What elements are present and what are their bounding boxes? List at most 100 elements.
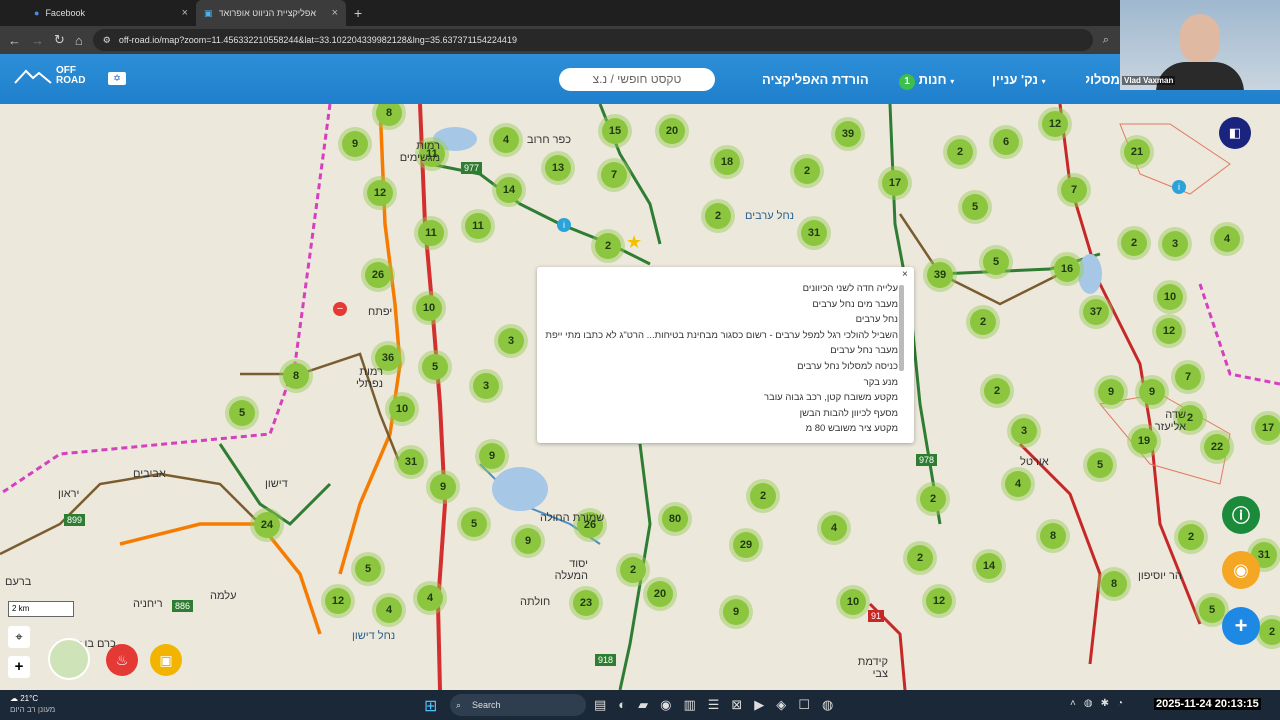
poi-cluster-marker[interactable]: 5: [225, 396, 259, 430]
poi-cluster-marker[interactable]: 3: [1007, 414, 1041, 448]
poi-cluster-marker[interactable]: 3: [1158, 227, 1192, 261]
poi-cluster-marker[interactable]: 5: [351, 552, 385, 586]
poi-cluster-marker[interactable]: 10: [836, 585, 870, 619]
map-canvas[interactable]: 8 9 11 12 4 14 13 11 7 15 20 18 2 39 2 31 2 11 26 10 3 36 5 8 3 5…: [0, 104, 1280, 690]
poi-cluster-marker[interactable]: 7: [1057, 173, 1091, 207]
reload-icon[interactable]: ↻: [54, 32, 65, 48]
fire-layer-button[interactable]: ♨: [106, 644, 138, 676]
poi-cluster-marker[interactable]: 4: [372, 593, 406, 627]
download-app-link[interactable]: הורדת האפליקציה: [762, 72, 869, 87]
poi-cluster-marker[interactable]: 12: [922, 584, 956, 618]
poi-cluster-marker[interactable]: 4: [817, 511, 851, 545]
home-icon[interactable]: ⌂: [75, 33, 83, 48]
poi-cluster-marker[interactable]: 2: [701, 199, 735, 233]
poi-cluster-marker[interactable]: 10: [1153, 280, 1187, 314]
poi-cluster-marker[interactable]: 5: [958, 190, 992, 224]
poi-cluster-marker[interactable]: 4: [489, 123, 523, 157]
weather-widget[interactable]: ☁ 21°C מעונן רב היום: [10, 693, 55, 715]
close-icon[interactable]: ×: [902, 269, 908, 280]
poi-cluster-marker[interactable]: 9: [426, 470, 460, 504]
poi-cluster-marker[interactable]: 12: [363, 176, 397, 210]
poi-cluster-marker[interactable]: 26: [361, 258, 395, 292]
poi-cluster-marker[interactable]: 4: [1001, 467, 1035, 501]
poi-cluster-marker[interactable]: 2: [966, 305, 1000, 339]
poi-cluster-marker[interactable]: 18: [710, 145, 744, 179]
poi-cluster-marker[interactable]: 7: [1171, 360, 1205, 394]
poi-cluster-marker[interactable]: 9: [1094, 375, 1128, 409]
poi-cluster-marker[interactable]: 3: [494, 324, 528, 358]
poi-cluster-marker[interactable]: 2: [591, 229, 625, 263]
poi-cluster-marker[interactable]: 21: [1120, 135, 1154, 169]
poi-cluster-marker[interactable]: 7: [597, 158, 631, 192]
poi-cluster-marker[interactable]: 2: [943, 135, 977, 169]
popup-item[interactable]: מנע בקר: [545, 375, 898, 391]
poi-cluster-marker[interactable]: 24: [250, 508, 284, 542]
close-icon[interactable]: ×: [332, 7, 338, 19]
search-input[interactable]: טקסט חופשי / נ.צ: [559, 68, 715, 91]
offroad-logo[interactable]: OFF ROAD: [14, 66, 88, 86]
poi-cluster-marker[interactable]: 12: [321, 584, 355, 618]
poi-cluster-marker[interactable]: 4: [1210, 222, 1244, 256]
poi-menu[interactable]: נק' עניין ▾: [992, 72, 1046, 87]
popup-item[interactable]: כניסה למסלול נחל ערבים: [545, 359, 898, 375]
add-button[interactable]: +: [1222, 607, 1260, 645]
popup-item[interactable]: מעבר מים נחל ערבים: [545, 297, 898, 313]
map-layers-thumbnail[interactable]: [48, 638, 90, 680]
poi-cluster-marker[interactable]: 29: [729, 528, 763, 562]
nav-panel-button[interactable]: ◧: [1219, 117, 1251, 149]
poi-cluster-marker[interactable]: 8: [279, 359, 313, 393]
taskbar-clock[interactable]: 2025-11-24 20:13:15: [1154, 698, 1261, 710]
view-toggle-eye-icon[interactable]: ◉: [1222, 551, 1260, 589]
poi-cluster-marker[interactable]: 8: [1036, 519, 1070, 553]
new-tab-button[interactable]: +: [354, 5, 362, 21]
popup-item[interactable]: נחל ערבים: [545, 312, 898, 328]
zoom-icon[interactable]: ⌕: [1103, 34, 1109, 47]
poi-cluster-marker[interactable]: 31: [797, 216, 831, 250]
poi-cluster-marker[interactable]: 15: [598, 114, 632, 148]
popup-item[interactable]: השביל להולכי רגל למפל ערבים - רשום כסגור…: [545, 328, 898, 344]
poi-cluster-marker[interactable]: 16: [1050, 252, 1084, 286]
info-button[interactable]: ⓘ: [1222, 496, 1260, 534]
poi-cluster-marker[interactable]: 2: [1174, 520, 1208, 554]
poi-cluster-marker[interactable]: 9: [475, 439, 509, 473]
image-layer-button[interactable]: ▣: [150, 644, 182, 676]
popup-item[interactable]: מקטע ציר משובש 80 מ: [545, 421, 898, 437]
poi-cluster-marker[interactable]: 2: [980, 374, 1014, 408]
back-icon[interactable]: ←: [8, 33, 21, 48]
poi-cluster-marker[interactable]: 14: [972, 549, 1006, 583]
poi-cluster-marker[interactable]: 39: [923, 258, 957, 292]
poi-cluster-marker[interactable]: 10: [412, 291, 446, 325]
poi-cluster-marker[interactable]: 10: [385, 392, 419, 426]
poi-cluster-marker[interactable]: 9: [719, 595, 753, 629]
poi-cluster-marker[interactable]: 4: [413, 581, 447, 615]
poi-cluster-marker[interactable]: 39: [831, 117, 865, 151]
locate-me-button[interactable]: ⌖: [8, 626, 30, 648]
poi-cluster-marker[interactable]: 9: [511, 524, 545, 558]
routes-menu[interactable]: מסלולים: [1086, 72, 1120, 87]
poi-cluster-marker[interactable]: 2: [1117, 226, 1151, 260]
info-icon[interactable]: i: [557, 218, 571, 232]
taskbar-search[interactable]: ⌕ Search: [450, 694, 586, 716]
close-icon[interactable]: ×: [182, 7, 188, 19]
start-button[interactable]: ⊞: [424, 696, 437, 716]
favorite-star-icon[interactable]: ★: [626, 232, 642, 253]
zoom-in-button[interactable]: +: [8, 656, 30, 678]
stores-menu[interactable]: 1 חנות ▾: [895, 72, 954, 90]
poi-cluster-marker[interactable]: 3: [469, 369, 503, 403]
poi-cluster-marker[interactable]: 37: [1079, 295, 1113, 329]
poi-cluster-marker[interactable]: 9: [1135, 375, 1169, 409]
poi-cluster-marker[interactable]: 23: [569, 586, 603, 620]
popup-item[interactable]: מקטע משובח קטן, רכב גבוה עובר: [545, 390, 898, 406]
poi-cluster-marker[interactable]: 5: [418, 350, 452, 384]
popup-item[interactable]: עלייה חדה לשני הכיוונים: [545, 281, 898, 297]
popup-item[interactable]: מסעף לכיוון להבות הבשן: [545, 406, 898, 422]
poi-cluster-marker[interactable]: 17: [878, 166, 912, 200]
poi-cluster-marker[interactable]: 5: [457, 507, 491, 541]
no-entry-icon[interactable]: –: [333, 302, 347, 316]
israel-flag-icon[interactable]: ✡: [108, 72, 126, 85]
popup-scrollbar[interactable]: [899, 285, 904, 371]
info-icon[interactable]: i: [1172, 180, 1186, 194]
poi-cluster-marker[interactable]: 14: [492, 173, 526, 207]
poi-cluster-marker[interactable]: 9: [338, 127, 372, 161]
tab-facebook[interactable]: ● Facebook ×: [26, 0, 196, 26]
